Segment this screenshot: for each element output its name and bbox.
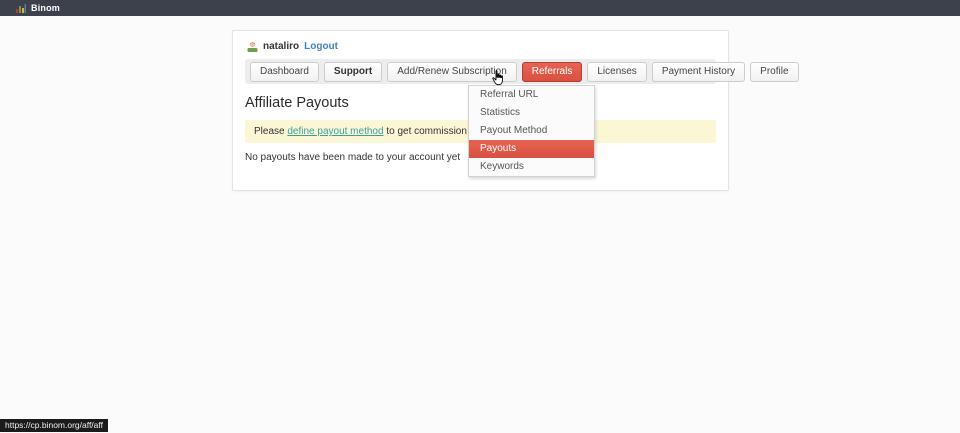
alert-text-prefix: Please — [254, 126, 287, 137]
define-payout-method-link[interactable]: define payout method — [287, 126, 383, 137]
menu-item-keywords[interactable]: Keywords — [469, 158, 594, 176]
menu-item-referral-url[interactable]: Referral URL — [469, 86, 594, 104]
tab-bar: Dashboard Support Add/Renew Subscription… — [245, 59, 716, 84]
menu-item-payout-method[interactable]: Payout Method — [469, 122, 594, 140]
tab-support[interactable]: Support — [324, 62, 382, 82]
username: nataliro — [263, 41, 299, 52]
tab-dashboard[interactable]: Dashboard — [250, 62, 319, 82]
menu-item-payouts[interactable]: Payouts — [469, 140, 594, 158]
tab-payment-history[interactable]: Payment History — [652, 62, 745, 82]
tab-licenses[interactable]: Licenses — [587, 62, 646, 82]
status-bar-url: https://cp.binom.org/aff/aff — [0, 419, 108, 432]
top-bar: Binom — [0, 0, 960, 16]
logout-link[interactable]: Logout — [304, 41, 338, 52]
user-avatar-icon — [247, 41, 258, 52]
referrals-dropdown-menu: Referral URL Statistics Payout Method Pa… — [468, 85, 595, 177]
tab-add-renew-subscription[interactable]: Add/Renew Subscription — [387, 62, 517, 82]
menu-item-statistics[interactable]: Statistics — [469, 104, 594, 122]
tab-referrals[interactable]: Referrals — [522, 62, 583, 82]
bar-chart-icon — [16, 4, 26, 13]
brand-name[interactable]: Binom — [31, 3, 60, 13]
user-row: nataliro Logout — [247, 41, 714, 52]
tab-profile[interactable]: Profile — [750, 62, 798, 82]
